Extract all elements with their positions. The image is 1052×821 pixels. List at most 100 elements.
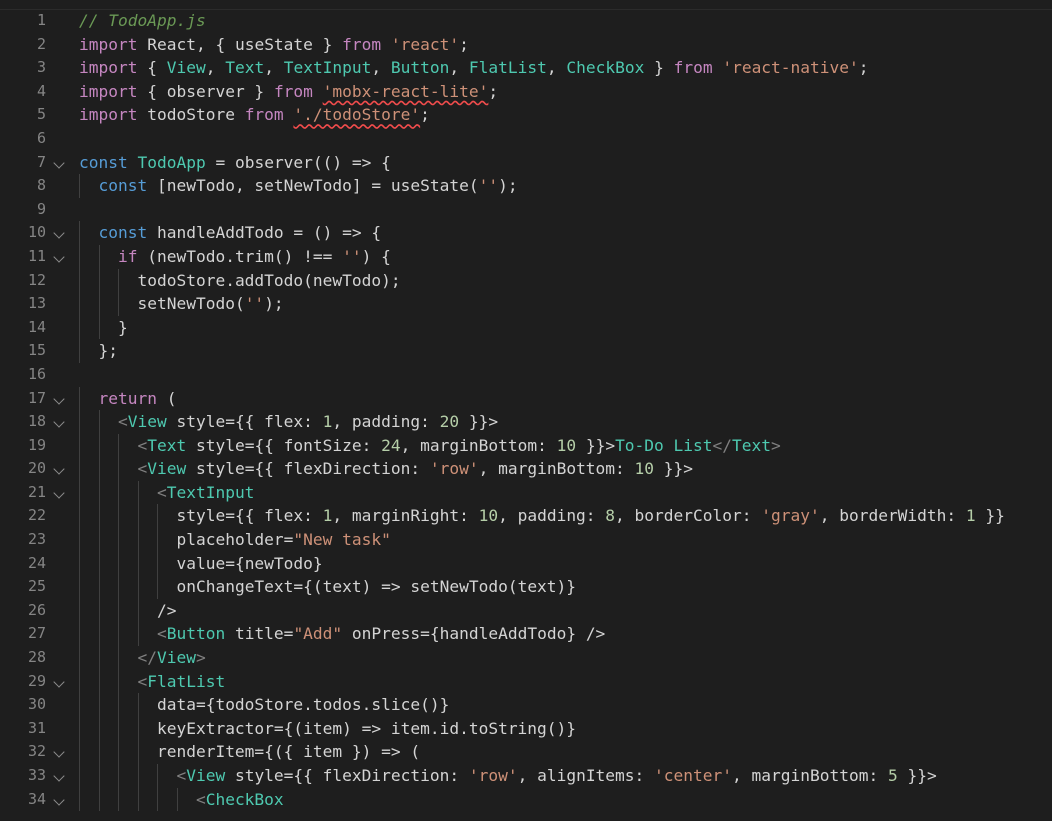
token: placeholder=: [176, 530, 294, 550]
token: value={newTodo}: [176, 553, 323, 573]
indent-guide: [98, 551, 100, 576]
fold-chevron-icon[interactable]: [53, 227, 65, 240]
code-line[interactable]: import todoStore from './todoStore';: [79, 103, 1052, 127]
code-line[interactable]: const [newTodo, setNewTodo] = useState('…: [79, 174, 1052, 198]
code-line[interactable]: if (newTodo.trim() !== '') {: [79, 244, 1052, 269]
indent-guide: [79, 410, 80, 434]
line-number: 32: [27, 742, 46, 761]
code-line[interactable]: const handleAddTodo = () => {: [79, 221, 1052, 245]
code-line[interactable]: keyExtractor={(item) => item.id.toString…: [79, 716, 1052, 741]
indent-guide: [79, 433, 80, 458]
token: ,: [546, 58, 567, 78]
code-line[interactable]: const TodoApp = observer(() => {: [79, 151, 1052, 175]
fold-chevron-icon[interactable]: [53, 416, 65, 428]
line-number: 1: [36, 11, 46, 29]
code-area[interactable]: // TodoApp.js import React, { useState }…: [79, 9, 1052, 821]
indent-guide: [79, 221, 80, 245]
code-line[interactable]: return (: [79, 386, 1052, 411]
token: 1: [965, 506, 976, 526]
token: CheckBox: [566, 58, 645, 78]
gutter-row: 11: [0, 245, 75, 269]
fold-chevron-icon[interactable]: [53, 746, 65, 759]
fold-chevron-icon[interactable]: [53, 675, 65, 688]
line-number: 30: [27, 695, 46, 714]
code-line[interactable]: placeholder="New task": [79, 528, 1052, 552]
line-number: 6: [36, 128, 46, 147]
fold-chevron-icon[interactable]: [53, 463, 65, 475]
code-line[interactable]: <View style={{ flex: 1, padding: 20 }}>: [79, 410, 1052, 434]
fold-chevron-icon[interactable]: [53, 487, 65, 499]
line-number: 16: [27, 364, 46, 383]
code-line[interactable]: <Text style={{ fontSize: 24, marginBotto…: [79, 433, 1052, 458]
code-line[interactable]: [79, 127, 1052, 151]
token: from: [673, 58, 713, 78]
code-line[interactable]: [79, 363, 1052, 387]
line-number: 26: [27, 600, 46, 619]
code-line[interactable]: <View style={{ flexDirection: 'row', mar…: [79, 457, 1052, 481]
fold-chevron-icon[interactable]: [53, 251, 65, 263]
code-line[interactable]: }: [79, 315, 1052, 340]
code-line[interactable]: style={{ flex: 1, marginRight: 10, paddi…: [79, 504, 1052, 529]
code-line[interactable]: value={newTodo}: [79, 551, 1052, 576]
code-line[interactable]: </View>: [79, 646, 1052, 670]
line-number: 22: [27, 506, 46, 525]
code-line[interactable]: import { View, Text, TextInput, Button, …: [79, 56, 1052, 80]
indent-guide: [137, 787, 139, 812]
code-line[interactable]: />: [79, 598, 1052, 623]
fold-chevron-icon[interactable]: [53, 770, 65, 782]
token: import: [79, 105, 138, 125]
indent-guide: [79, 339, 80, 363]
indent-guide: [79, 315, 80, 340]
indent-guide: [79, 669, 80, 694]
line-number: 24: [27, 553, 46, 572]
token: , alignItems:: [517, 766, 655, 785]
token: <: [156, 624, 167, 644]
code-line[interactable]: renderItem={({ item }) => (: [79, 740, 1052, 764]
token: 'gray': [761, 506, 820, 526]
token: View: [127, 412, 167, 432]
indent-guide: [118, 433, 119, 458]
indent-guide: [98, 244, 100, 269]
code-editor[interactable]: 1 2 3 4 5 6 7 8 9 10 11 12 13 14 15 16 17 18 19 20 21 22 23 24 2…: [0, 0, 1052, 821]
code-line[interactable]: setNewTodo('');: [79, 292, 1052, 316]
gutter-row: 34: [0, 788, 75, 812]
token: );: [498, 176, 518, 196]
token: View: [156, 648, 196, 668]
token: <: [117, 412, 128, 432]
code-line[interactable]: <Button title="Add" onPress={handleAddTo…: [79, 622, 1052, 647]
indent-guide: [137, 480, 139, 505]
token: 'row': [429, 459, 479, 479]
code-line[interactable]: onChangeText={(text) => setNewTodo(text)…: [79, 575, 1052, 599]
fold-chevron-icon[interactable]: [53, 793, 65, 806]
indent-guide: [79, 528, 80, 552]
fold-chevron-icon[interactable]: [53, 392, 65, 405]
code-line[interactable]: import React, { useState } from 'react';: [79, 33, 1052, 57]
token: "Add": [293, 624, 343, 644]
gutter-row: 14: [0, 316, 75, 340]
code-line[interactable]: };: [79, 339, 1052, 363]
code-line[interactable]: <CheckBox: [79, 787, 1052, 812]
token: (newTodo.trim() !==: [137, 246, 343, 266]
code-line[interactable]: <View style={{ flexDirection: 'row', ali…: [79, 764, 1052, 788]
token: >: [771, 435, 781, 455]
token: View: [147, 459, 187, 479]
code-line[interactable]: <TextInput: [79, 480, 1052, 505]
indent-guide: [98, 646, 100, 670]
token: keyExtractor={(item) => item.id.toString…: [156, 718, 577, 738]
code-line[interactable]: // TodoApp.js: [79, 9, 1052, 33]
code-line[interactable]: todoStore.addTodo(newTodo);: [79, 268, 1052, 293]
line-number: 28: [27, 648, 46, 667]
code-line[interactable]: import { observer } from 'mobx-react-lit…: [79, 80, 1052, 104]
indent-guide: [98, 433, 100, 458]
fold-chevron-icon[interactable]: [53, 156, 65, 169]
code-line[interactable]: <FlatList: [79, 669, 1052, 694]
indent-guide: [157, 764, 158, 788]
indent-guide: [79, 764, 80, 788]
code-line[interactable]: data={todoStore.todos.slice()}: [79, 693, 1052, 717]
token: }: [117, 317, 128, 337]
gutter-row: 12: [0, 269, 75, 293]
token: const: [98, 223, 148, 243]
code-line[interactable]: [79, 198, 1052, 222]
